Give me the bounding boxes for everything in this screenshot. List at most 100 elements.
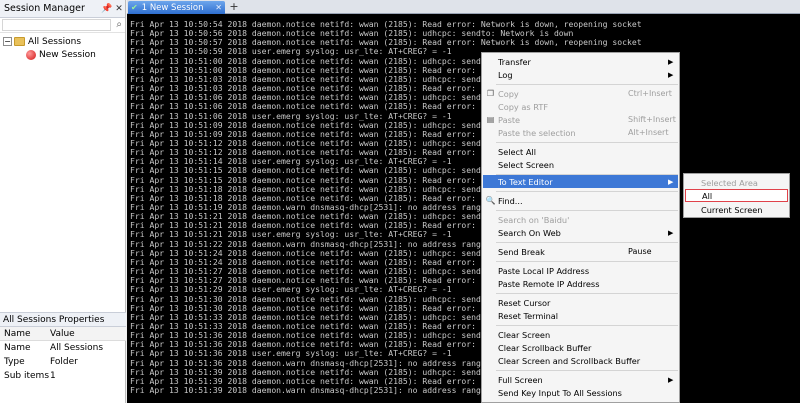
menu-item-full-screen[interactable]: Full Screen ▶ <box>483 373 678 386</box>
property-name: Name <box>4 343 31 353</box>
menu-separator <box>496 325 678 326</box>
properties-table: Name Value Name All Sessions Type Folder… <box>0 327 126 383</box>
session-search-input[interactable] <box>2 19 111 31</box>
menu-label: Paste Remote IP Address <box>498 278 600 289</box>
menu-label: Reset Cursor <box>498 297 551 308</box>
menu-item-search-baidu[interactable]: Search on 'Baidu' <box>483 213 678 226</box>
menu-label: Clear Screen <box>498 329 551 340</box>
menu-label: Select Screen <box>498 159 555 170</box>
menu-item-select-all[interactable]: Select All <box>483 145 678 158</box>
property-value: 1 <box>50 371 56 381</box>
property-value: Folder <box>50 357 78 367</box>
menu-separator <box>496 191 678 192</box>
menu-separator <box>496 293 678 294</box>
menu-label: Send Key Input To All Sessions <box>498 387 622 398</box>
menu-item-reset-cursor[interactable]: Reset Cursor <box>483 296 678 309</box>
menu-item-send-break[interactable]: Send Break Pause <box>483 245 678 258</box>
menu-label: Clear Scrollback Buffer <box>498 342 592 353</box>
menu-label: Find... <box>498 195 523 206</box>
copy-icon: ❐ <box>486 89 495 98</box>
to-text-editor-submenu: Selected Area All Current Screen <box>683 173 790 218</box>
terminal-line: Fri Apr 13 10:51:39 2018 daemon.warn dns… <box>130 385 525 395</box>
property-value: All Sessions <box>50 343 104 353</box>
properties-header-row: Name Value <box>0 327 126 341</box>
session-manager-panel: Session Manager 📌 ✕ ⌕ − All Sessions New… <box>0 0 126 403</box>
menu-item-search-on-web[interactable]: Search On Web ▶ <box>483 226 678 239</box>
menu-item-paste-local-ip[interactable]: Paste Local IP Address <box>483 264 678 277</box>
menu-shortcut: Alt+Insert <box>628 128 669 137</box>
pin-icon[interactable]: 📌 <box>101 4 113 14</box>
menu-item-copy[interactable]: ❐ Copy Ctrl+Insert <box>483 87 678 100</box>
submenu-item-current-screen[interactable]: Current Screen <box>685 203 788 216</box>
table-row: Type Folder <box>0 355 126 369</box>
menu-item-send-key-input[interactable]: Send Key Input To All Sessions <box>483 386 678 399</box>
menu-label: Copy as RTF <box>498 101 549 112</box>
close-icon[interactable]: ✕ <box>113 4 125 14</box>
column-header-name[interactable]: Name <box>0 329 50 339</box>
menu-item-reset-terminal[interactable]: Reset Terminal <box>483 309 678 322</box>
tree-item-label: All Sessions <box>28 36 82 47</box>
search-icon[interactable]: ⌕ <box>116 19 122 30</box>
menu-label: Reset Terminal <box>498 310 559 321</box>
menu-label: Paste <box>498 114 521 125</box>
tree-item-new-session[interactable]: New Session <box>0 48 125 61</box>
submenu-arrow-icon: ▶ <box>668 375 674 384</box>
menu-label: Copy <box>498 88 519 99</box>
add-tab-button[interactable]: + <box>228 1 240 13</box>
menu-separator <box>496 261 678 262</box>
properties-title: All Sessions Properties <box>0 312 126 327</box>
menu-separator <box>496 210 678 211</box>
tab-new-session[interactable]: ✔ 1 New Session ✕ <box>128 1 225 14</box>
menu-item-log[interactable]: Log ▶ <box>483 68 678 81</box>
menu-label: Send Break <box>498 246 545 257</box>
menu-item-paste[interactable]: ▤ Paste Shift+Insert <box>483 113 678 126</box>
submenu-arrow-icon: ▶ <box>668 228 674 237</box>
menu-item-paste-selection[interactable]: Paste the selection Alt+Insert <box>483 126 678 139</box>
session-tab-bar: ✔ 1 New Session ✕ + <box>127 0 800 14</box>
menu-label: Search on 'Baidu' <box>498 214 570 225</box>
menu-item-clear-screen[interactable]: Clear Screen <box>483 328 678 341</box>
folder-icon <box>14 37 25 46</box>
menu-label: Full Screen <box>498 374 543 385</box>
menu-label: Transfer <box>498 56 531 67</box>
menu-separator <box>496 142 678 143</box>
menu-label: To Text Editor <box>498 176 553 187</box>
menu-item-clear-scrollback[interactable]: Clear Scrollback Buffer <box>483 341 678 354</box>
submenu-item-selected-area[interactable]: Selected Area <box>685 176 788 189</box>
session-search-row: ⌕ <box>0 18 125 33</box>
submenu-arrow-icon: ▶ <box>668 70 674 79</box>
property-name: Sub items <box>4 371 50 381</box>
menu-separator <box>496 84 678 85</box>
menu-item-copy-as-rtf[interactable]: Copy as RTF <box>483 100 678 113</box>
context-menu: Transfer ▶ Log ▶ ❐ Copy Ctrl+Insert Copy as … <box>481 52 680 403</box>
menu-label: Paste Local IP Address <box>498 265 590 276</box>
menu-item-find[interactable]: 🔍 Find... <box>483 194 678 207</box>
menu-label: Select All <box>498 146 537 157</box>
menu-label: Search On Web <box>498 227 561 238</box>
session-tree: − All Sessions New Session <box>0 33 125 61</box>
menu-item-paste-remote-ip[interactable]: Paste Remote IP Address <box>483 277 678 290</box>
submenu-arrow-icon: ▶ <box>668 57 674 66</box>
close-tab-icon[interactable]: ✕ <box>215 3 222 12</box>
menu-item-select-screen[interactable]: Select Screen <box>483 158 678 171</box>
session-manager-header: Session Manager 📌 ✕ <box>0 0 125 18</box>
submenu-arrow-icon: ▶ <box>668 177 674 186</box>
menu-label: Paste the selection <box>498 127 576 138</box>
table-row: Sub items 1 <box>0 369 126 383</box>
menu-item-to-text-editor[interactable]: To Text Editor ▶ <box>483 175 678 188</box>
column-header-value[interactable]: Value <box>50 329 126 339</box>
tab-label: 1 New Session <box>141 2 204 13</box>
tree-item-all-sessions[interactable]: − All Sessions <box>0 35 125 48</box>
submenu-item-all[interactable]: All <box>685 189 788 202</box>
property-name: Type <box>4 357 25 367</box>
menu-label: Log <box>498 69 513 80</box>
menu-separator <box>496 370 678 371</box>
menu-item-clear-screen-scrollback[interactable]: Clear Screen and Scrollback Buffer <box>483 354 678 367</box>
table-row: Name All Sessions <box>0 341 126 355</box>
connected-icon: ✔ <box>131 3 138 12</box>
menu-shortcut: Pause <box>628 247 652 256</box>
session-icon <box>26 49 36 60</box>
session-manager-title: Session Manager <box>4 3 85 14</box>
menu-item-transfer[interactable]: Transfer ▶ <box>483 55 678 68</box>
collapse-icon[interactable]: − <box>3 37 12 46</box>
